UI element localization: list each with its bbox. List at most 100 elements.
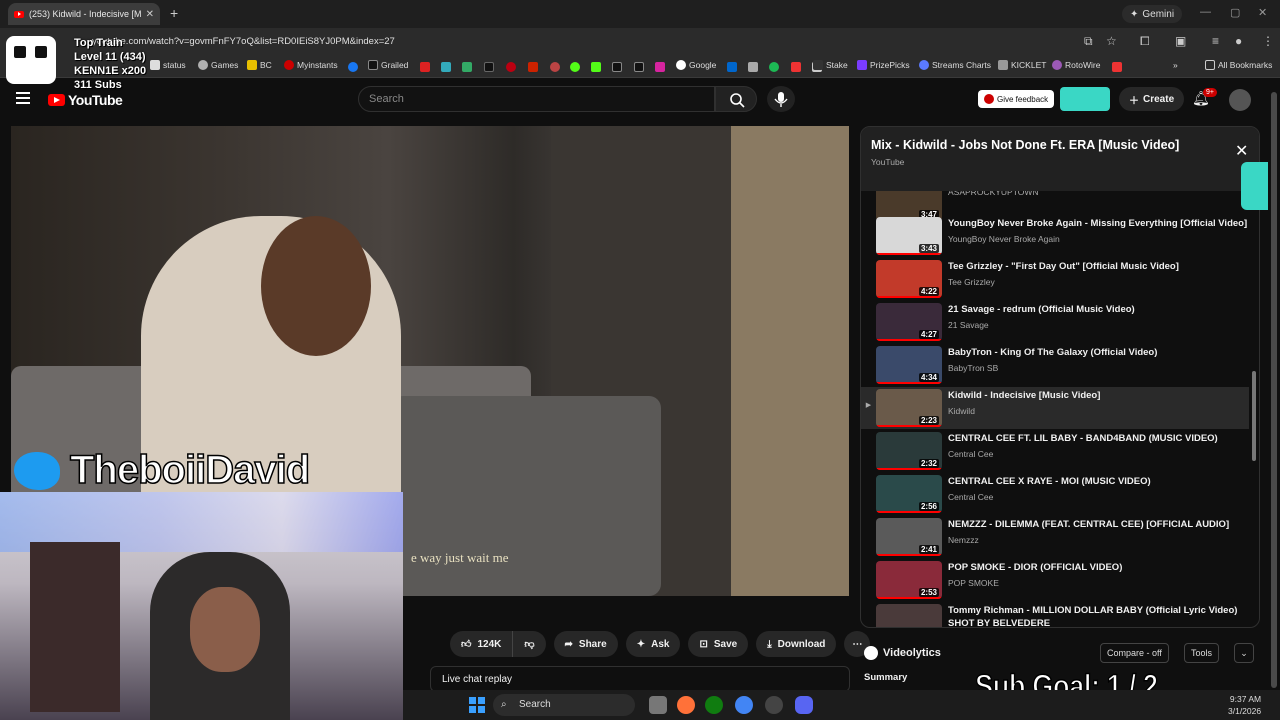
thumbnail[interactable]: 4:27 — [876, 303, 942, 341]
search-button[interactable] — [715, 86, 757, 112]
bookmark-myinstants[interactable]: Myinstants — [284, 60, 338, 70]
playlist-item[interactable]: 4:22 Tee Grizzley - "First Day Out" [Offi… — [861, 258, 1249, 300]
videolytics-side-tab[interactable] — [1241, 162, 1270, 210]
voice-search-button[interactable] — [767, 86, 795, 112]
bookmark-grailed[interactable]: Grailed — [368, 60, 408, 70]
extensions-icon[interactable]: ⧠ — [1140, 34, 1150, 49]
facebook-icon[interactable] — [348, 62, 358, 72]
minimize-button[interactable]: — — [1200, 6, 1211, 18]
maximize-button[interactable]: ▢ — [1230, 6, 1240, 19]
install-icon[interactable]: ⧉ — [1084, 34, 1093, 49]
bookmark-kicklet[interactable]: KICKLET — [998, 60, 1046, 70]
bookmark-streams-charts[interactable]: Streams Charts — [919, 60, 991, 70]
profile-icon[interactable]: ● — [1235, 34, 1242, 48]
xbox-icon[interactable] — [705, 696, 723, 714]
app-icon[interactable] — [748, 62, 758, 72]
play-icon[interactable] — [570, 62, 580, 72]
s-icon[interactable] — [1112, 62, 1122, 72]
app-icon[interactable] — [550, 62, 560, 72]
url-field[interactable]: youtube.com/watch?v=govmFnFY7oQ&list=RD0… — [82, 32, 1082, 52]
bookmark-google[interactable]: Google — [676, 60, 716, 70]
menu-hamburger-icon[interactable] — [16, 92, 30, 104]
close-window-button[interactable]: ✕ — [1258, 6, 1267, 19]
thumbnail[interactable]: 2:41 — [876, 518, 942, 556]
playlist-scrollbar[interactable] — [1252, 371, 1256, 461]
app-icon[interactable] — [791, 62, 801, 72]
thumbnail[interactable]: 2:53 — [876, 561, 942, 599]
firefox-icon[interactable] — [677, 696, 695, 714]
videolytics-toggle-button[interactable] — [1060, 87, 1110, 111]
media-icon[interactable]: ≡ — [1212, 34, 1219, 48]
chevron-down-icon[interactable]: ⌄ — [1234, 643, 1254, 663]
obs-icon[interactable] — [765, 696, 783, 714]
playlist-item[interactable]: 2:56 CENTRAL CEE X RAYE - MOI (MUSIC VIDE… — [861, 473, 1249, 515]
youtube-logo[interactable]: YouTube — [48, 92, 123, 108]
create-button[interactable]: ＋ Create — [1119, 87, 1185, 111]
menu-kebab-icon[interactable]: ⋮ — [1262, 34, 1274, 48]
tab-close-icon[interactable]: ✕ — [146, 9, 154, 20]
thumbnail[interactable]: 2:32 — [876, 432, 942, 470]
like-button[interactable]: 👍︎ 124K — [450, 631, 514, 657]
spotify-icon[interactable] — [769, 62, 779, 72]
playlist-item[interactable]: 2:53 POP SMOKE - DIOR (OFFICIAL VIDEO) POP… — [861, 559, 1249, 601]
close-icon[interactable]: ✕ — [1235, 141, 1248, 161]
thumbnail[interactable]: 2:23 — [876, 389, 942, 427]
tiktok-icon[interactable] — [612, 62, 622, 72]
thumbnail[interactable]: 4:22 — [876, 260, 942, 298]
playlist-item[interactable]: ▶ 2:23 Kidwild - Indecisive [Music Video] K… — [861, 387, 1249, 429]
instagram-icon[interactable] — [655, 62, 665, 72]
sidepanel-icon[interactable]: ▣ — [1175, 34, 1186, 48]
thumbnail[interactable] — [876, 604, 942, 627]
give-feedback-button[interactable]: Give feedback — [978, 90, 1055, 108]
chrome-icon[interactable] — [735, 696, 753, 714]
share-button[interactable]: ➦ Share — [553, 631, 618, 657]
browser-tab[interactable]: (253) Kidwild - Indecisive [M ✕ — [8, 3, 160, 25]
thumbnail[interactable]: 4:34 — [876, 346, 942, 384]
download-button[interactable]: ⤓ Download — [756, 631, 837, 657]
thumbnail[interactable]: 3:43 — [876, 217, 942, 255]
x-icon[interactable] — [634, 62, 644, 72]
bookmark-stake[interactable]: Stake — [813, 60, 848, 70]
bookmark-star-icon[interactable]: ☆ — [1106, 34, 1117, 48]
playlist-item-title: BabyTron - King Of The Galaxy (Official … — [948, 347, 1158, 358]
thumbnail[interactable]: 2:56 — [876, 475, 942, 513]
save-button[interactable]: ⊡ Save — [688, 631, 749, 657]
bookmark-games[interactable]: Games — [198, 60, 238, 70]
playlist-item[interactable]: 3:43 YoungBoy Never Broke Again - Missing… — [861, 215, 1249, 257]
avatar[interactable] — [1229, 89, 1251, 111]
bookmark-rotowire[interactable]: RotoWire — [1052, 60, 1100, 70]
kick-icon[interactable] — [591, 62, 601, 72]
tools-dropdown[interactable]: Tools — [1184, 643, 1220, 663]
system-clock[interactable]: 9:37 AM 3/1/2026 — [1228, 693, 1261, 717]
search-input[interactable]: Search — [358, 86, 715, 112]
app-icon[interactable] — [462, 62, 472, 72]
all-bookmarks[interactable]: All Bookmarks — [1205, 60, 1272, 70]
gemini-button[interactable]: ✦ Gemini — [1122, 5, 1183, 23]
ask-button[interactable]: ✦ Ask — [625, 631, 681, 657]
discord-icon[interactable] — [795, 696, 813, 714]
playlist-item[interactable]: 4:27 21 Savage - redrum (Official Music V… — [861, 301, 1249, 343]
app-icon[interactable] — [727, 62, 737, 72]
playlist-item[interactable]: 2:32 CENTRAL CEE FT. LIL BABY - BAND4BAND… — [861, 430, 1249, 472]
app-icon[interactable] — [528, 62, 538, 72]
windows-start-icon[interactable] — [469, 697, 485, 713]
h-icon[interactable] — [484, 62, 494, 72]
taskbar-search[interactable]: ⌕ Search — [493, 694, 635, 716]
more-bookmarks-icon[interactable]: » — [1173, 60, 1178, 70]
app-icon[interactable] — [441, 62, 451, 72]
dislike-button[interactable]: 👎︎ — [513, 631, 546, 657]
page-scrollbar[interactable] — [1268, 78, 1280, 690]
compare-toggle[interactable]: Compare - off — [1100, 643, 1169, 663]
page-scrollbar-thumb[interactable] — [1271, 92, 1277, 688]
bookmark-prizepicks[interactable]: PrizePicks — [857, 60, 910, 70]
bookmark-status[interactable]: status — [150, 60, 186, 70]
bookmark-bc[interactable]: BC — [247, 60, 272, 70]
playlist-item[interactable]: 2:41 NEMZZZ - DILEMMA (FEAT. CENTRAL CEE)… — [861, 516, 1249, 558]
task-view-icon[interactable] — [649, 696, 667, 714]
app-icon[interactable] — [506, 62, 516, 72]
sv-icon[interactable] — [420, 62, 430, 72]
playlist-item[interactable]: 4:34 BabyTron - King Of The Galaxy (Offic… — [861, 344, 1249, 386]
new-tab-button[interactable]: + — [170, 5, 178, 21]
playlist-item[interactable]: Tommy Richman - MILLION DOLLAR BABY (Off… — [861, 602, 1249, 627]
live-chat-replay-button[interactable]: Live chat replay — [430, 666, 850, 692]
